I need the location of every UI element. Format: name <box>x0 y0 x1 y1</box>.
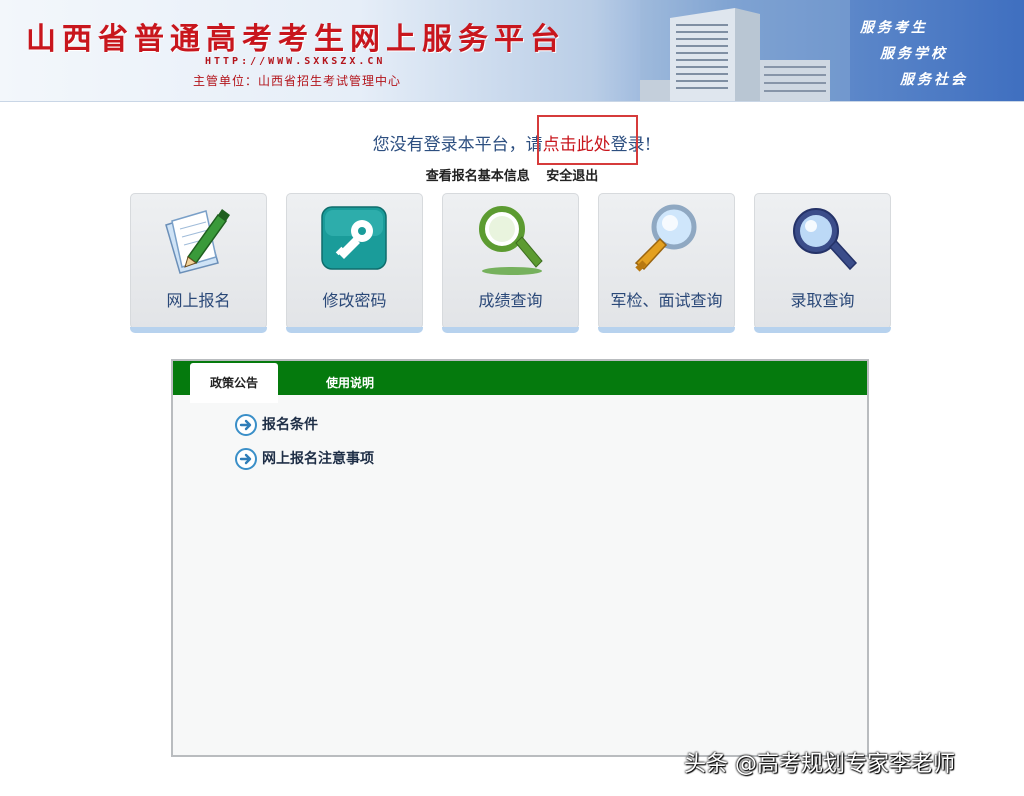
sponsor-text: 主管单位：山西省招生考试管理中心 <box>193 74 402 88</box>
login-prompt-prefix: 您没有登录本平台，请 <box>372 135 543 155</box>
banner-divider <box>0 101 1024 102</box>
tile-score-query[interactable]: 成绩查询 <box>442 193 579 333</box>
tile-label: 军检、面试查询 <box>610 291 723 310</box>
site-url: HTTP://WWW.SXKSZX.CN <box>205 56 386 67</box>
tile-change-password[interactable]: 修改密码 <box>286 193 423 333</box>
login-prompt: 您没有登录本平台，请点击此处登录! <box>0 130 1024 155</box>
tile-military-interview-query[interactable]: 军检、面试查询 <box>598 193 735 333</box>
magnifier-gold-icon <box>634 204 697 272</box>
site-title: 山西省普通高考考生网上服务平台 <box>26 22 566 57</box>
motto-2: 服务学校 <box>880 46 948 62</box>
header-banner: 山西省普通高考考生网上服务平台 HTTP://WWW.SXKSZX.CN 主管单… <box>0 0 1024 102</box>
magnifier-green-icon <box>479 206 543 275</box>
tab-policy-notice[interactable]: 政策公告 <box>190 363 278 403</box>
list-item-label: 报名条件 <box>262 417 318 433</box>
tile-label: 网上报名 <box>166 291 231 310</box>
motto-1: 服务考生 <box>860 20 928 36</box>
watermark-text: 头条 @高考规划专家李老师 <box>684 752 955 777</box>
key-icon <box>321 206 387 270</box>
tile-label: 修改密码 <box>322 291 387 310</box>
building-image <box>640 0 850 102</box>
view-info-link[interactable]: 查看报名基本信息 <box>426 169 530 184</box>
logout-link[interactable]: 安全退出 <box>546 169 598 184</box>
login-highlight-box <box>537 115 638 165</box>
notice-panel: 政策公告 使用说明 报名条件 网上报名注意事项 <box>171 359 869 757</box>
tile-online-registration[interactable]: 网上报名 <box>130 193 267 333</box>
motto-3: 服务社会 <box>900 72 968 88</box>
magnifier-blue-icon <box>793 208 858 271</box>
tab-bar: 政策公告 使用说明 <box>173 361 867 403</box>
arrow-right-icon <box>235 414 257 436</box>
tile-admission-query[interactable]: 录取查询 <box>754 193 891 333</box>
tile-label: 录取查询 <box>790 291 855 310</box>
pencil-paper-icon <box>165 209 230 274</box>
arrow-right-icon <box>235 448 257 470</box>
tab-usage-guide[interactable]: 使用说明 <box>318 361 382 395</box>
list-item-label: 网上报名注意事项 <box>262 451 374 467</box>
sub-links: 查看报名基本信息 安全退出 <box>0 165 1024 184</box>
tile-label: 成绩查询 <box>478 291 543 310</box>
